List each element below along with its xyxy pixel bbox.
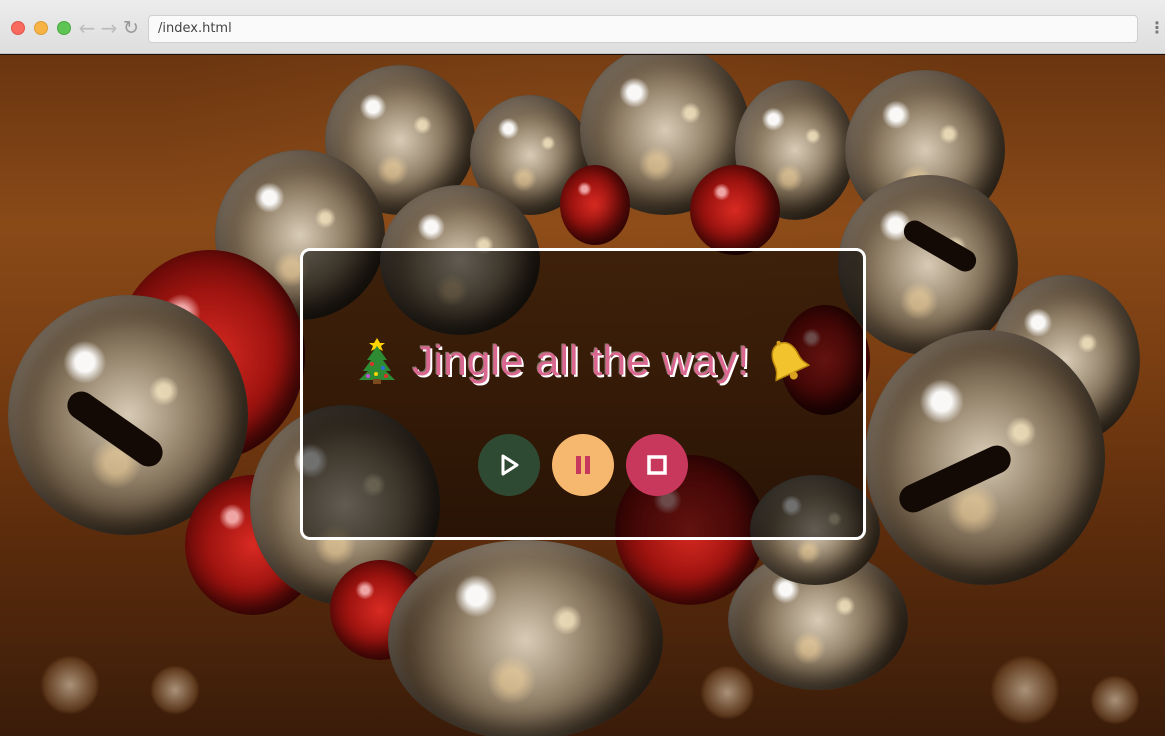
bokeh-light: [1090, 675, 1140, 725]
bokeh-light: [990, 655, 1060, 725]
background-bell: [690, 165, 780, 255]
back-arrow-icon[interactable]: ←: [76, 15, 98, 41]
bokeh-light: [150, 665, 200, 715]
card-title: Jingle all the way!: [412, 337, 750, 384]
jingle-card: Jingle all the way!: [300, 248, 866, 540]
background-bell: [388, 540, 663, 736]
play-button[interactable]: [478, 434, 540, 496]
card-headline: Jingle all the way!: [303, 331, 863, 391]
maximize-window-button[interactable]: [57, 21, 71, 35]
playback-controls: [303, 434, 863, 496]
stop-icon: [647, 455, 667, 475]
minimize-window-button[interactable]: [34, 21, 48, 35]
forward-arrow-icon[interactable]: →: [98, 15, 120, 41]
bokeh-light: [700, 665, 755, 720]
background-bell: [560, 165, 630, 245]
browser-toolbar: ← → ↻ /index.html ⋮: [0, 0, 1165, 54]
play-icon: [501, 454, 519, 476]
bokeh-light: [40, 655, 100, 715]
kebab-menu-icon[interactable]: ⋮: [1149, 18, 1165, 38]
bell-icon: [764, 338, 810, 384]
reload-icon[interactable]: ↻: [120, 15, 142, 41]
close-window-button[interactable]: [11, 21, 25, 35]
stop-button[interactable]: [626, 434, 688, 496]
address-bar[interactable]: /index.html: [148, 15, 1138, 43]
pause-button[interactable]: [552, 434, 614, 496]
christmas-tree-icon: [356, 338, 398, 384]
pause-icon: [576, 456, 590, 474]
